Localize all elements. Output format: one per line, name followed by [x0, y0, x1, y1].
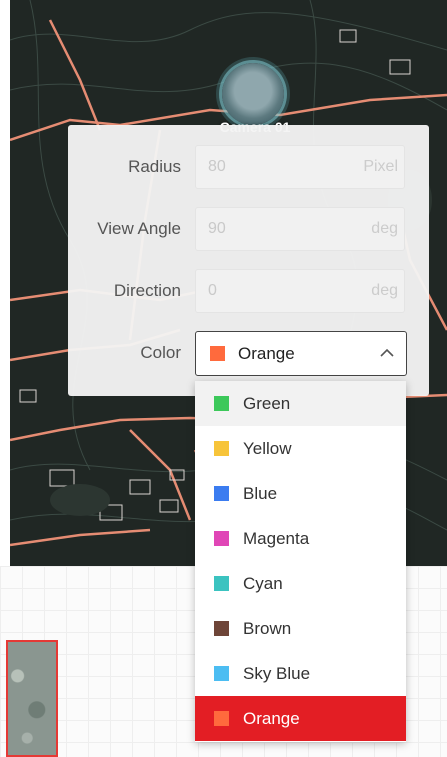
- view-angle-value: 90: [208, 220, 226, 237]
- map-thumbnail[interactable]: [6, 640, 58, 757]
- direction-unit: deg: [371, 282, 398, 299]
- color-swatch: [214, 486, 229, 501]
- view-angle-input[interactable]: 90 deg: [195, 207, 405, 251]
- color-swatch: [214, 621, 229, 636]
- color-option[interactable]: Magenta: [195, 516, 406, 561]
- color-option-label: Brown: [243, 619, 292, 638]
- view-angle-label: View Angle: [97, 219, 181, 238]
- color-swatch: [214, 531, 229, 546]
- view-angle-unit: deg: [371, 220, 398, 237]
- view-angle-row: View Angle 90 deg: [68, 207, 429, 251]
- color-label: Color: [140, 343, 181, 362]
- color-select[interactable]: Orange: [195, 331, 407, 376]
- color-swatch: [214, 666, 229, 681]
- direction-label: Direction: [113, 281, 181, 300]
- color-option-label: Yellow: [243, 439, 292, 458]
- radius-value: 80: [208, 158, 226, 175]
- radius-row: Radius 80 Pixel: [68, 145, 429, 189]
- color-option-label: Sky Blue: [243, 664, 311, 683]
- radius-input[interactable]: 80 Pixel: [195, 145, 405, 189]
- direction-value: 0: [208, 282, 217, 299]
- color-option-label: Green: [243, 394, 291, 413]
- color-option[interactable]: Green: [195, 381, 406, 426]
- camera-icon[interactable]: [222, 63, 284, 125]
- direction-row: Direction 0 deg: [68, 269, 429, 313]
- color-option[interactable]: Brown: [195, 606, 406, 651]
- color-option-label: Orange: [243, 709, 300, 728]
- color-swatch: [214, 711, 229, 726]
- selected-color-text: Orange: [238, 344, 295, 363]
- color-option-label: Blue: [243, 484, 278, 503]
- color-swatch: [214, 576, 229, 591]
- color-option-label: Magenta: [243, 529, 310, 548]
- color-option[interactable]: Blue: [195, 471, 406, 516]
- color-option[interactable]: Orange: [195, 696, 406, 741]
- radius-label: Radius: [128, 157, 181, 176]
- color-swatch: [214, 396, 229, 411]
- direction-input[interactable]: 0 deg: [195, 269, 405, 313]
- color-option[interactable]: Yellow: [195, 426, 406, 471]
- color-option-label: Cyan: [243, 574, 283, 593]
- color-option[interactable]: Cyan: [195, 561, 406, 606]
- color-swatch: [214, 441, 229, 456]
- radius-unit: Pixel: [363, 158, 398, 175]
- chevron-up-icon: [380, 348, 394, 357]
- color-dropdown: Green Yellow Blue Magenta Cyan Brown Sky…: [195, 381, 406, 742]
- color-option[interactable]: Sky Blue: [195, 651, 406, 696]
- selected-color-swatch: [210, 346, 225, 361]
